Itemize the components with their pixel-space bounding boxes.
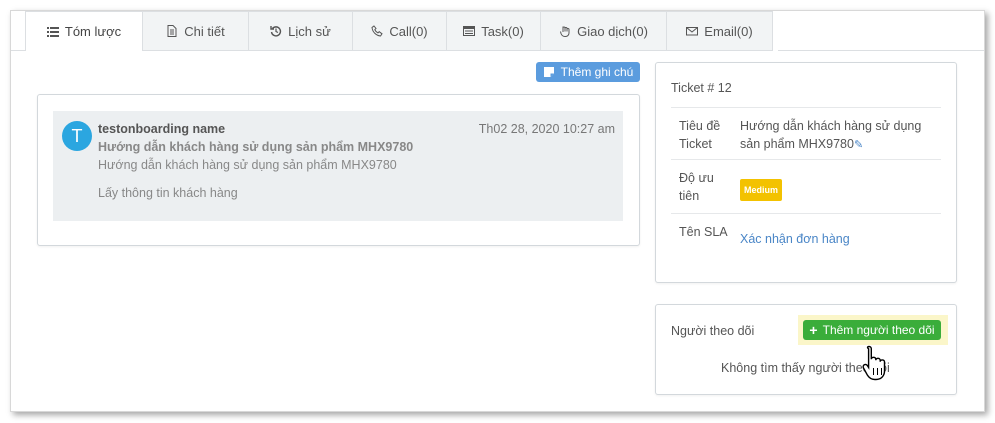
tab-history[interactable]: Lịch sử: [249, 11, 353, 51]
note-author: testonboarding name: [98, 122, 226, 136]
add-note-button[interactable]: Thêm ghi chú: [536, 62, 640, 82]
add-note-label: Thêm ghi chú: [560, 65, 634, 79]
highlight: + Thêm người theo dõi: [798, 315, 948, 345]
note-item: T testonboarding name Th02 28, 2020 10:2…: [53, 111, 623, 221]
notes-panel: T testonboarding name Th02 28, 2020 10:2…: [37, 94, 640, 246]
ticket-subject-value: Hướng dẫn khách hàng sử dụng sản phẩm MH…: [740, 119, 922, 151]
tab-divider-right: [778, 50, 984, 51]
ticket-info-panel: Ticket # 12 Tiêu đề Ticket Hướng dẫn khá…: [655, 62, 957, 283]
tab-task[interactable]: Task(0): [447, 11, 541, 51]
sla-link[interactable]: Xác nhận đơn hàng: [740, 232, 850, 246]
ticket-row-sla: Tên SLA Xác nhận đơn hàng: [671, 213, 941, 268]
pencil-icon[interactable]: ✎: [854, 139, 863, 151]
ticket-row-label: Tiêu đề Ticket: [679, 119, 721, 151]
followers-panel: Người theo dõi + Thêm người theo dõi Khô…: [655, 304, 957, 395]
tab-bar: Tóm lược Chi tiết Lịch sử Call(0) Task(0…: [25, 11, 773, 51]
tab-task-label: Task(0): [481, 23, 524, 39]
ticket-title: Ticket # 12: [671, 81, 732, 95]
note-body: Hướng dẫn khách hàng sử dụng sản phẩm MH…: [98, 158, 397, 172]
priority-badge: Medium: [740, 179, 783, 201]
sticky-note-icon: [543, 66, 555, 78]
ticket-row-value: Medium: [740, 179, 940, 201]
ticket-detail-window: Tóm lược Chi tiết Lịch sử Call(0) Task(0…: [10, 10, 985, 412]
ticket-row-value: Hướng dẫn khách hàng sử dụng sản phẩm MH…: [740, 117, 940, 154]
ticket-row-label: Độ ưu tiên: [679, 171, 714, 203]
note-subject: Hướng dẫn khách hàng sử dụng sản phẩm MH…: [98, 140, 414, 154]
tab-history-label: Lịch sử: [288, 23, 331, 39]
tab-summary-label: Tóm lược: [64, 24, 122, 39]
tab-detail-label: Chi tiết: [184, 23, 225, 39]
tab-summary[interactable]: Tóm lược: [25, 11, 143, 51]
followers-label: Người theo dõi: [671, 324, 755, 338]
tab-email-label: Email(0): [704, 23, 753, 39]
document-icon: [166, 25, 178, 37]
envelope-icon: [686, 25, 699, 37]
ticket-row-title: Tiêu đề Ticket Hướng dẫn khách hàng sử d…: [671, 107, 941, 160]
tab-transaction[interactable]: Giao dịch(0): [541, 11, 667, 51]
note-timestamp: Th02 28, 2020 10:27 am: [478, 122, 615, 136]
phone-icon: [371, 25, 384, 37]
tab-email[interactable]: Email(0): [667, 11, 773, 51]
tab-divider: [11, 50, 25, 51]
ticket-row-label: Tên SLA: [679, 225, 728, 239]
tab-call-label: Call(0): [389, 23, 428, 39]
hand-cursor-icon: [862, 344, 888, 385]
ticket-row-priority: Độ ưu tiên Medium: [671, 159, 941, 214]
tab-transaction-label: Giao dịch(0): [577, 23, 648, 39]
tasks-icon: [463, 25, 476, 37]
add-follower-button[interactable]: + Thêm người theo dõi: [803, 320, 941, 340]
tab-call[interactable]: Call(0): [353, 11, 447, 51]
avatar: T: [62, 121, 92, 151]
note-extra: Lấy thông tin khách hàng: [98, 186, 238, 200]
plus-icon: +: [809, 322, 818, 338]
history-icon: [270, 25, 282, 37]
tab-detail[interactable]: Chi tiết: [143, 11, 249, 51]
add-follower-label: Thêm người theo dõi: [822, 323, 935, 337]
hand-icon: [559, 25, 571, 37]
ticket-row-value: Xác nhận đơn hàng: [740, 230, 940, 248]
list-icon: [46, 26, 59, 38]
